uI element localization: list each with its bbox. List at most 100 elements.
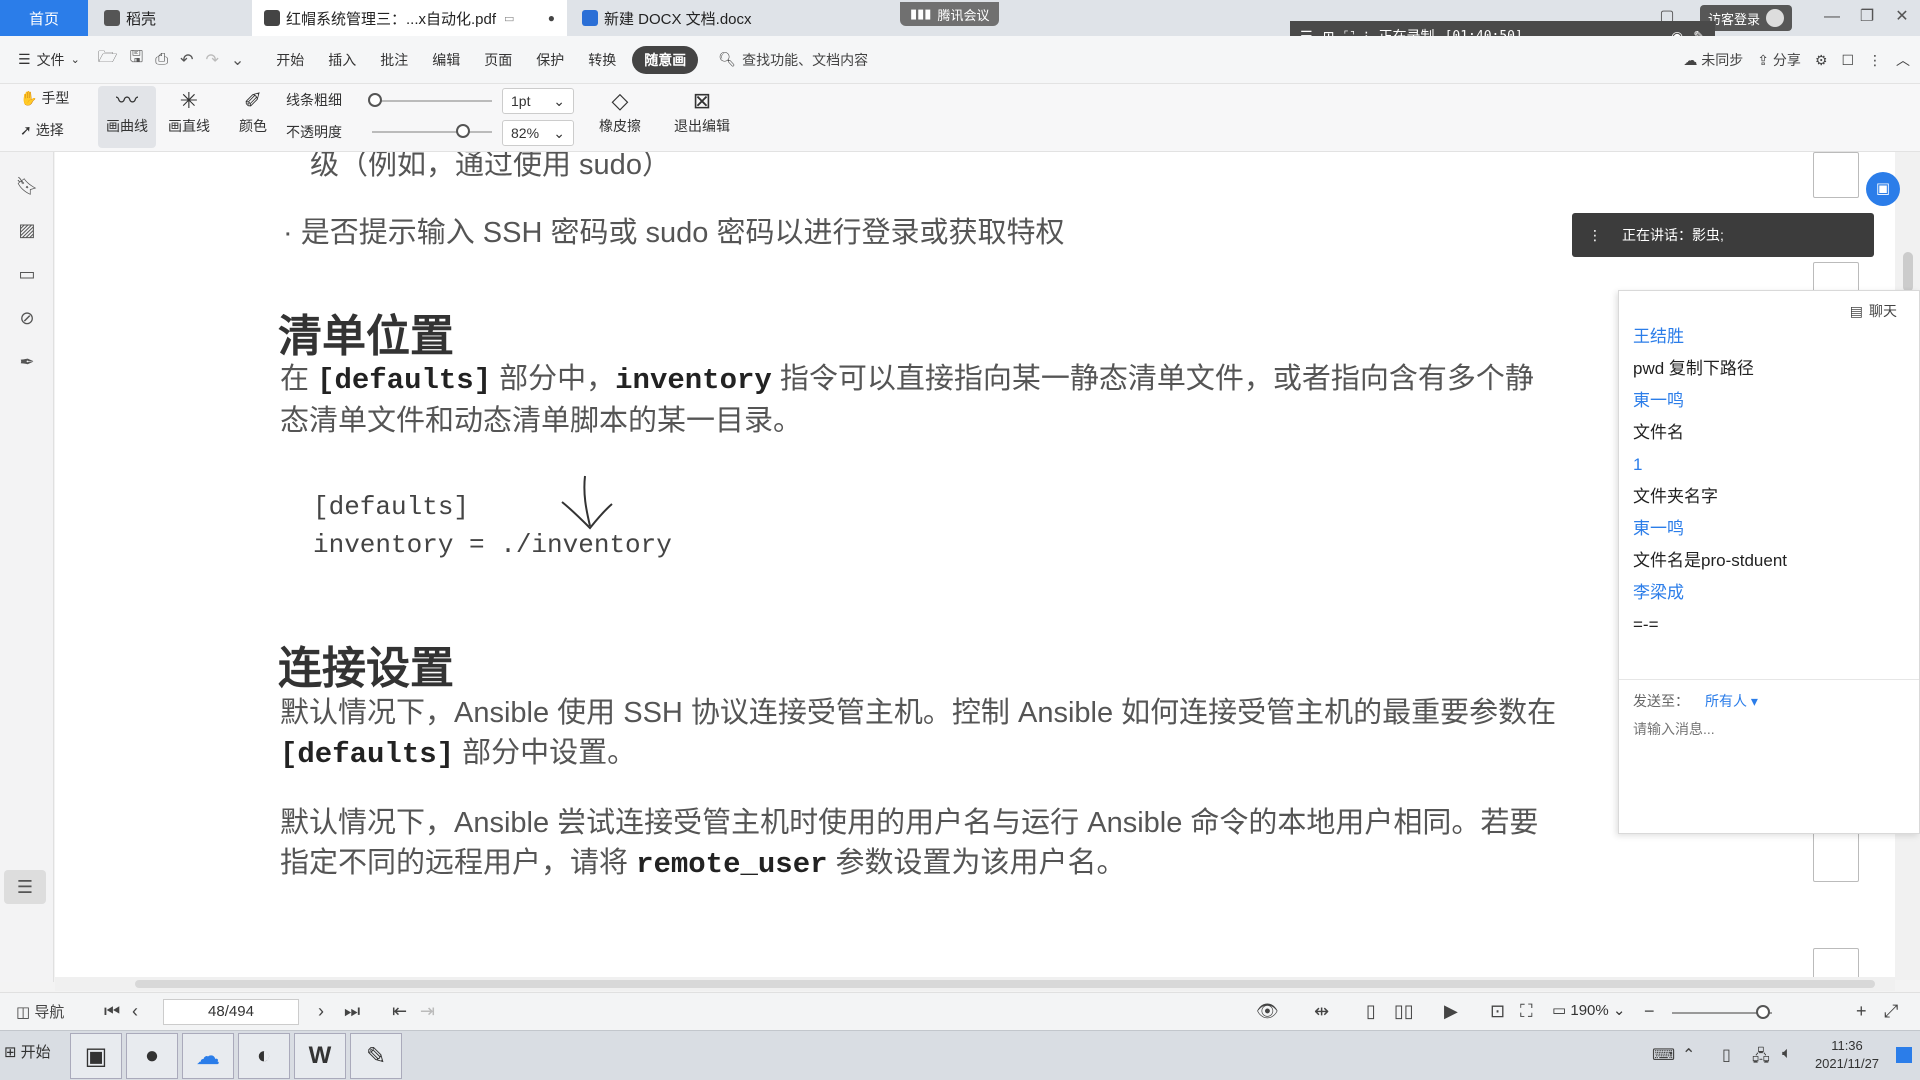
taskbar-app-recorder[interactable]: ● (126, 1033, 178, 1079)
line-tool[interactable]: ✳ 画直线 (162, 86, 216, 148)
tab-home[interactable]: 首页 (0, 0, 88, 36)
taskbar-app-wps[interactable]: W (294, 1033, 346, 1079)
tab-pin-icon[interactable]: ▭ (504, 12, 514, 25)
fit-width-icon[interactable]: ⇹ (1314, 1001, 1329, 1022)
back-icon[interactable]: ⇤ (392, 1001, 407, 1022)
print-icon[interactable]: ⎙ (149, 51, 174, 69)
show-desktop-icon[interactable] (1896, 1047, 1912, 1063)
opacity-slider-knob[interactable] (456, 124, 470, 138)
send-to-dropdown[interactable]: 所有人 ▾ (1705, 691, 1758, 711)
page-number-input[interactable]: 48/494 (163, 999, 299, 1025)
navigation-toggle[interactable]: ◫ 导航 (16, 1001, 64, 1022)
more-chevron-icon[interactable]: ⌄ (225, 50, 250, 70)
menu-insert[interactable]: 插入 (316, 46, 368, 74)
volume-icon[interactable]: 🔈︎ (1782, 1045, 1792, 1063)
taskbar-app-tencent-meeting[interactable]: ▣ (70, 1033, 122, 1079)
menu-annotate[interactable]: 批注 (368, 46, 420, 74)
windows-logo-icon: ⊞ (4, 1043, 17, 1061)
opacity-slider[interactable] (372, 131, 492, 133)
thickness-dropdown[interactable]: 1pt ⌄ (502, 88, 574, 114)
exit-edit-tool[interactable]: ⊠ 退出编辑 (668, 86, 736, 148)
zoom-out-icon[interactable]: − (1644, 1001, 1655, 1022)
menu-start[interactable]: 开始 (264, 46, 316, 74)
taskbar-app-browser[interactable]: ◐ (238, 1033, 290, 1079)
menu-page[interactable]: 页面 (472, 46, 524, 74)
comment-icon[interactable]: ▭ (15, 264, 39, 288)
floating-chat-button[interactable]: ▣ (1866, 172, 1900, 206)
more-vertical-icon[interactable]: ⋮ (1868, 52, 1882, 69)
tab-docer[interactable]: 稻壳 (92, 0, 247, 36)
keyboard-icon[interactable]: ⌨ (1652, 1045, 1675, 1065)
scroll-thumb[interactable] (1903, 252, 1913, 292)
next-page-icon[interactable]: › (318, 1001, 324, 1022)
network-icon[interactable]: 🖧︎ (1752, 1045, 1770, 1072)
fullscreen-icon[interactable]: ⤢ (1884, 1001, 1898, 1022)
save-icon[interactable]: 🖫 (124, 46, 150, 73)
share-icon: ⇪ (1757, 52, 1769, 68)
chat-message-list[interactable]: 王结胜 pwd 复制下路径 東一鸣 文件名 1 文件夹名字 東一鸣 文件名是pr… (1633, 321, 1903, 641)
double-page-icon[interactable]: ▯▯ (1394, 1001, 1414, 1022)
file-menu[interactable]: ☰ 文件 ⌄ (0, 46, 92, 74)
menu-convert[interactable]: 转换 (576, 46, 628, 74)
menu-protect[interactable]: 保护 (524, 46, 576, 74)
taskbar-app-cloud[interactable]: ☁ (182, 1033, 234, 1079)
minimize-icon[interactable]: — (1820, 6, 1844, 28)
zoom-dropdown[interactable]: ▭ 190% ⌄ (1552, 1001, 1625, 1019)
restore-icon[interactable]: ❐ (1855, 6, 1879, 28)
hand-tool[interactable]: ✋ 手型 (20, 88, 69, 108)
menu-toggle-icon[interactable]: ☰ (4, 870, 46, 904)
actual-size-icon[interactable]: ⊡ (1490, 1001, 1505, 1022)
opacity-dropdown[interactable]: 82% ⌄ (502, 120, 574, 146)
single-page-icon[interactable]: ▯ (1366, 1001, 1376, 1022)
taskbar-app-paint[interactable]: ✎ (350, 1033, 402, 1079)
settings-gear-icon[interactable]: ⚙ (1815, 52, 1828, 69)
first-page-icon[interactable]: ⏮ (104, 1001, 120, 1022)
system-clock[interactable]: 11:36 2021/11/27 (1812, 1037, 1882, 1073)
curve-tool[interactable]: 〰 画曲线 (98, 86, 156, 148)
undo-icon[interactable]: ↶ (174, 50, 199, 70)
heading-inventory-location: 清单位置 (278, 312, 454, 361)
fit-page-icon[interactable]: ⛶ (1520, 1001, 1533, 1022)
phone-icon[interactable]: ▯ (1722, 1045, 1731, 1065)
image-icon[interactable]: ▨ (15, 220, 39, 244)
eraser-tool[interactable]: ◇ 橡皮擦 (590, 86, 650, 148)
scroll-thumb[interactable] (135, 980, 1875, 988)
select-tool[interactable]: ➚ 选择 (20, 120, 64, 140)
sync-status[interactable]: ☁ 未同步 (1683, 50, 1743, 70)
open-folder-icon[interactable]: 🗁 (92, 46, 124, 73)
start-button[interactable]: ⊞ 开始 (4, 1041, 51, 1062)
clock-time: 11:36 (1831, 1038, 1863, 1053)
menu-freehand[interactable]: 随意画 (632, 45, 699, 74)
play-icon[interactable]: ▶ (1444, 1001, 1458, 1022)
signature-icon[interactable]: ✒ (15, 352, 39, 376)
zoom-slider-knob[interactable] (1756, 1005, 1770, 1019)
forward-icon[interactable]: ⇥ (420, 1001, 435, 1022)
tab-docx[interactable]: 新建 DOCX 文档.docx (570, 0, 870, 36)
thickness-slider[interactable] (372, 100, 492, 102)
meeting-pill[interactable]: ▮▮▮ 腾讯会议 (900, 2, 1000, 26)
tray-expand-icon[interactable]: ⌃ (1682, 1045, 1695, 1065)
comment-icon[interactable]: ☐ (1841, 52, 1854, 69)
horizontal-scrollbar[interactable] (55, 977, 1895, 991)
close-icon[interactable]: ✕ (1890, 6, 1914, 28)
redo-icon[interactable]: ↷ (199, 50, 224, 70)
zoom-in-icon[interactable]: + (1856, 1001, 1867, 1022)
menu-edit[interactable]: 编辑 (420, 46, 472, 74)
thickness-slider-knob[interactable] (368, 93, 382, 107)
attachment-icon[interactable]: ⊘ (15, 308, 39, 332)
bookmark-icon[interactable]: 🔖︎ (15, 176, 39, 200)
tab-pdf[interactable]: 红帽系统管理三：...x自动化.pdf ▭ ● (252, 0, 567, 36)
curve-tool-label: 画曲线 (106, 118, 148, 134)
tab-docer-label: 稻壳 (126, 10, 157, 28)
feature-search[interactable]: 🔍︎ 查找功能、文档内容 (718, 50, 868, 70)
hand-tool-label: 手型 (41, 90, 70, 106)
line-tool-label: 画直线 (168, 118, 210, 134)
prev-page-icon[interactable]: ‹ (132, 1001, 138, 1022)
eye-protection-icon[interactable]: 👁︎ (1256, 1001, 1279, 1022)
last-page-icon[interactable]: ⏭ (344, 1001, 360, 1022)
color-tool[interactable]: ✐ 颜色 (228, 86, 278, 148)
menu-page-label: 页面 (484, 51, 513, 68)
chat-input[interactable] (1633, 721, 1903, 737)
share-button[interactable]: ⇪ 分享 (1757, 50, 1801, 70)
collapse-ribbon-icon[interactable]: ︿ (1896, 50, 1910, 70)
